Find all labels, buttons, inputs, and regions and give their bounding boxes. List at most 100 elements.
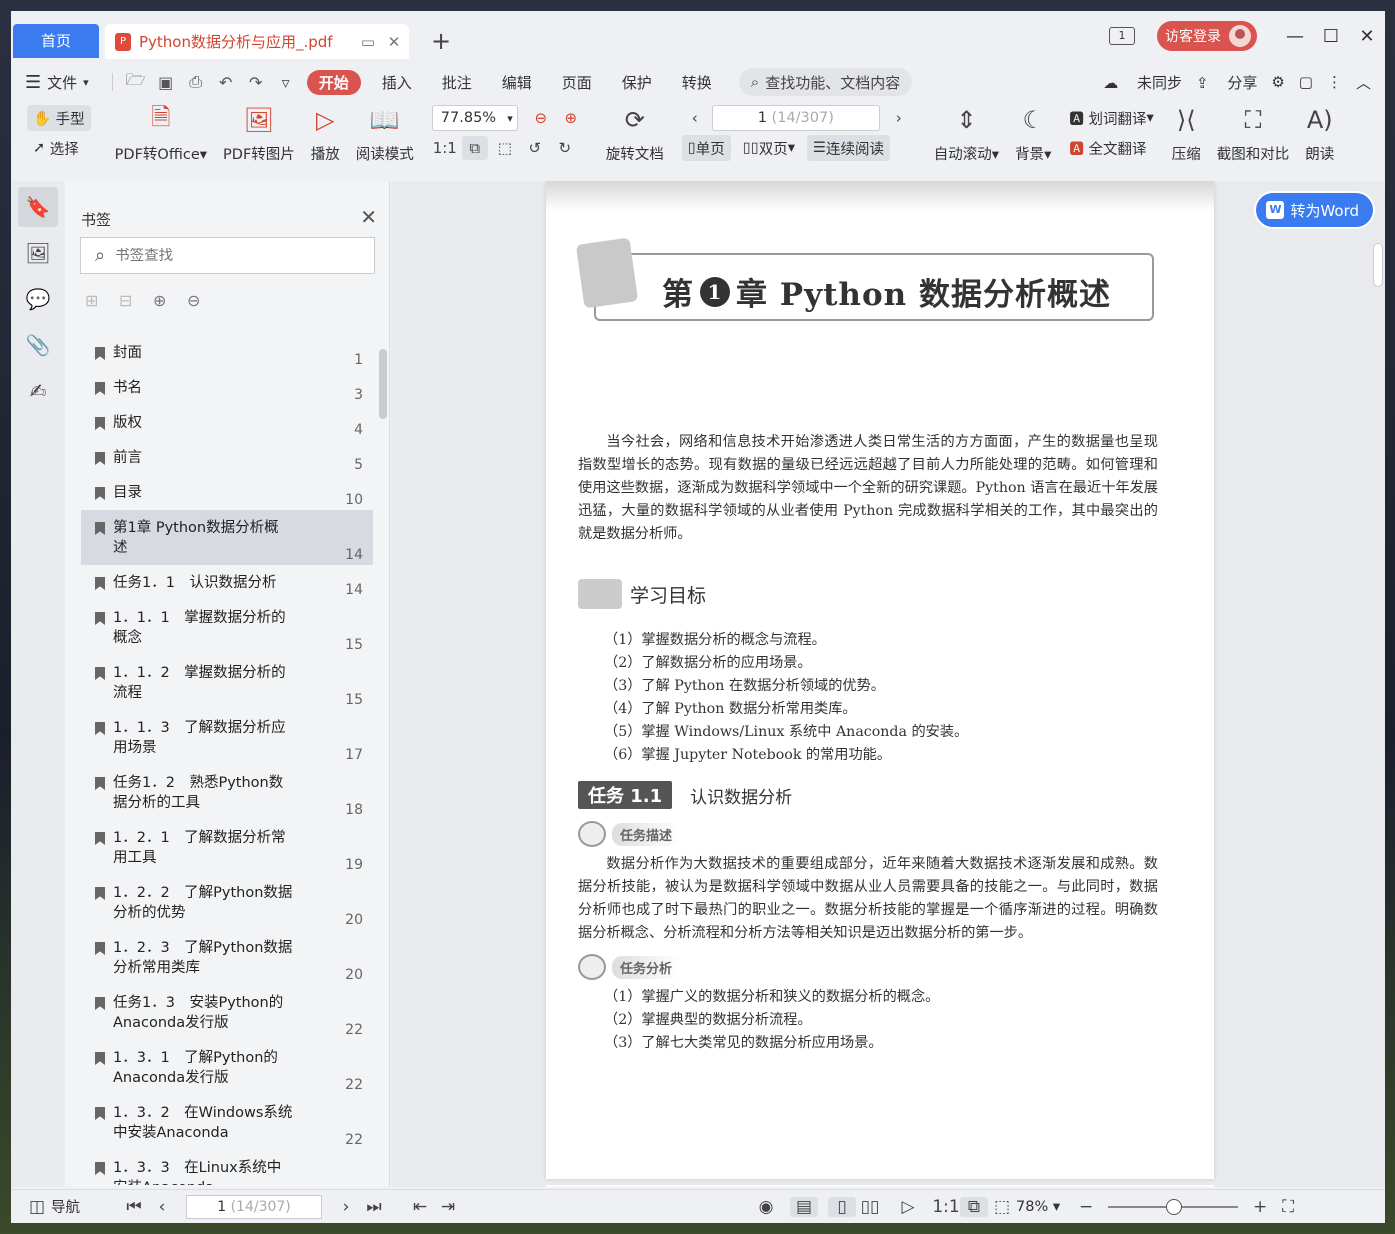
bookmark-item[interactable]: 书名 3 (81, 370, 373, 405)
convert-to-word-button[interactable]: W 转为Word (1256, 193, 1373, 227)
comment-panel-icon[interactable]: 💬 (18, 279, 58, 319)
feedback-icon[interactable]: ▢ (1299, 73, 1313, 91)
close-panel-icon[interactable]: ✕ (360, 205, 377, 229)
compress-button[interactable]: ⟩⟨ 压缩 (1164, 103, 1209, 167)
thumbnail-panel-icon[interactable]: 🖼 (18, 233, 58, 273)
bookmark-item-selected[interactable]: 第1章 Python数据分析概述 14 (81, 510, 373, 565)
new-tab-button[interactable]: + (431, 29, 451, 53)
bookmark-panel-icon[interactable]: 🔖 (18, 187, 58, 227)
menu-convert[interactable]: 转换 (667, 72, 727, 93)
redo-icon[interactable]: ↷ (241, 73, 271, 92)
zoom-in-icon[interactable]: ⊕ (558, 106, 584, 130)
fit-width-icon[interactable]: ⬚ (492, 136, 518, 160)
auto-scroll-button[interactable]: ⇕ 自动滚动▾ (926, 103, 1007, 167)
delete-bookmark-icon[interactable]: ⊖ (187, 291, 221, 310)
page-count-icon[interactable]: 1 (1109, 27, 1135, 45)
select-tool[interactable]: ➚ 选择 (27, 135, 91, 161)
actual-size-icon[interactable]: 1:1 (932, 1197, 960, 1217)
continuous-mode-icon[interactable]: ▤ (790, 1196, 818, 1217)
play-button[interactable]: ▷ 播放 (303, 103, 348, 167)
last-page-icon[interactable]: ⏭ (360, 1197, 388, 1217)
double-page-icon[interactable]: ▯▯ (856, 1197, 884, 1217)
bookmark-item[interactable]: 1．2．1 了解数据分析常用工具 19 (81, 820, 373, 875)
bookmark-item[interactable]: 1．3．3 在Linux系统中安装Anaconda25 (81, 1150, 373, 1185)
file-menu[interactable]: ☰ 文件 ▾ (11, 72, 104, 93)
bookmark-item[interactable]: 1．1．1 掌握数据分析的概念 15 (81, 600, 373, 655)
pdf-to-office-button[interactable]: 🗎 PDF转Office▾ (107, 103, 215, 167)
window-close-icon[interactable]: ✕ (1349, 26, 1385, 47)
bookmark-search-input[interactable] (115, 247, 356, 264)
bookmark-item[interactable]: 任务1．1 认识数据分析 14 (81, 565, 373, 600)
menu-page[interactable]: 页面 (547, 72, 607, 93)
more-icon[interactable]: ⋮ (1327, 73, 1342, 91)
next-page-icon[interactable]: › (332, 1197, 360, 1217)
read-aloud-button[interactable]: A) 朗读 (1297, 103, 1342, 167)
bookmark-item[interactable]: 任务1．2 熟悉Python数据分析的工具 18 (81, 765, 373, 820)
bookmark-item[interactable]: 1．1．3 了解数据分析应用场景 17 (81, 710, 373, 765)
bookmark-item[interactable]: 1．2．3 了解Python数据分析常用类库 20 (81, 930, 373, 985)
prev-page-icon[interactable]: ‹ (682, 106, 708, 130)
status-page-input[interactable]: 1 (14/307) (186, 1194, 322, 1219)
menu-comment[interactable]: 批注 (427, 72, 487, 93)
add-bookmark-icon[interactable]: ⊕ (153, 291, 187, 310)
first-page-icon[interactable]: ⏮ (120, 1197, 148, 1217)
rotate-document-button[interactable]: ⟳ 旋转文档 (598, 103, 672, 167)
prev-page-icon[interactable]: ‹ (148, 1197, 176, 1217)
zoom-out-icon[interactable]: ⊖ (528, 106, 554, 130)
expand-all-icon[interactable]: ⊞ (85, 291, 119, 310)
close-tab-icon[interactable]: ✕ (383, 33, 405, 51)
back-icon[interactable]: ⇤ (406, 1197, 434, 1217)
collapse-all-icon[interactable]: ⊟ (119, 291, 153, 310)
tab-home[interactable]: 首页 (13, 24, 99, 58)
bookmark-item[interactable]: 1．3．2 在Windows系统中安装Anaconda 22 (81, 1095, 373, 1150)
pdf-to-image-button[interactable]: 🖼 PDF转图片 (215, 103, 303, 167)
full-translate-button[interactable]: 🅰 全文翻译 (1069, 135, 1153, 161)
attachment-panel-icon[interactable]: 📎 (18, 325, 58, 365)
undo-icon[interactable]: ↶ (211, 73, 241, 92)
save-icon[interactable]: ▣ (151, 73, 181, 92)
bookmark-item[interactable]: 1．3．1 了解Python的Anaconda发行版 22 (81, 1040, 373, 1095)
fit-page-icon[interactable]: ⧉ (960, 1196, 988, 1217)
menu-protect[interactable]: 保护 (607, 72, 667, 93)
zoom-out-icon[interactable]: − (1072, 1197, 1100, 1217)
document-viewport[interactable]: 第 1 章 Python 数据分析概述 当今社会，网络和信息技术开始渗透进人类日… (391, 181, 1385, 1187)
actual-size-icon[interactable]: 1:1 (432, 136, 458, 160)
guest-login-button[interactable]: 访客登录 (1157, 21, 1257, 51)
settings-icon[interactable]: ⚙ (1271, 73, 1284, 91)
sync-status[interactable]: ☁ 未同步 (1103, 72, 1182, 93)
bookmark-item[interactable]: 1．1．2 掌握数据分析的流程 15 (81, 655, 373, 710)
double-page-button[interactable]: ▯▯ 双页 ▾ (737, 135, 801, 161)
word-translate-button[interactable]: 🅰 划词翻译 ▾ (1069, 105, 1153, 131)
next-page-icon[interactable]: › (886, 106, 912, 130)
bookmark-scrollbar[interactable] (379, 349, 387, 419)
background-button[interactable]: ☾ 背景▾ (1007, 103, 1059, 167)
pin-tab-icon[interactable]: ▭ (357, 33, 379, 51)
open-folder-icon[interactable]: 🗁 (121, 69, 151, 96)
menu-start[interactable]: 开始 (306, 69, 361, 95)
hand-tool[interactable]: ✋ 手型 (27, 105, 91, 131)
single-page-icon[interactable]: ▯ (828, 1196, 856, 1217)
forward-icon[interactable]: ⇥ (434, 1197, 462, 1217)
rotate-left-icon[interactable]: ↺ (522, 136, 548, 160)
menu-insert[interactable]: 插入 (367, 72, 427, 93)
play-icon[interactable]: ▷ (894, 1197, 922, 1217)
navigation-toggle[interactable]: ◫ 导航 (23, 1196, 80, 1217)
bookmark-item[interactable]: 前言 5 (81, 440, 373, 475)
bookmark-item[interactable]: 目录 10 (81, 475, 373, 510)
bookmark-item[interactable]: 任务1．3 安装Python的Anaconda发行版 22 (81, 985, 373, 1040)
tab-document[interactable]: P Python数据分析与应用_.pdf ▭ ✕ (105, 24, 409, 59)
zoom-in-icon[interactable]: + (1246, 1197, 1274, 1217)
signature-panel-icon[interactable]: ✍ (18, 371, 58, 411)
fit-page-icon[interactable]: ⧉ (461, 136, 488, 160)
zoom-select[interactable]: 77.85% ▾ (431, 105, 518, 131)
document-scrollbar[interactable] (1373, 243, 1383, 287)
zoom-percent[interactable]: 78% ▾ (1016, 1199, 1060, 1215)
bookmark-item[interactable]: 1．2．2 了解Python数据分析的优势 20 (81, 875, 373, 930)
single-page-button[interactable]: ▯ 单页 (681, 135, 731, 161)
share-button[interactable]: ⇪ 分享 (1196, 72, 1257, 93)
bookmark-item[interactable]: 封面 1 (81, 335, 373, 370)
zoom-slider-knob[interactable] (1166, 1198, 1183, 1215)
page-input[interactable]: 1 (14/307) (711, 105, 880, 131)
eye-care-icon[interactable]: ◉ (752, 1197, 780, 1217)
fullscreen-icon[interactable]: ⛶ (1274, 1197, 1302, 1217)
